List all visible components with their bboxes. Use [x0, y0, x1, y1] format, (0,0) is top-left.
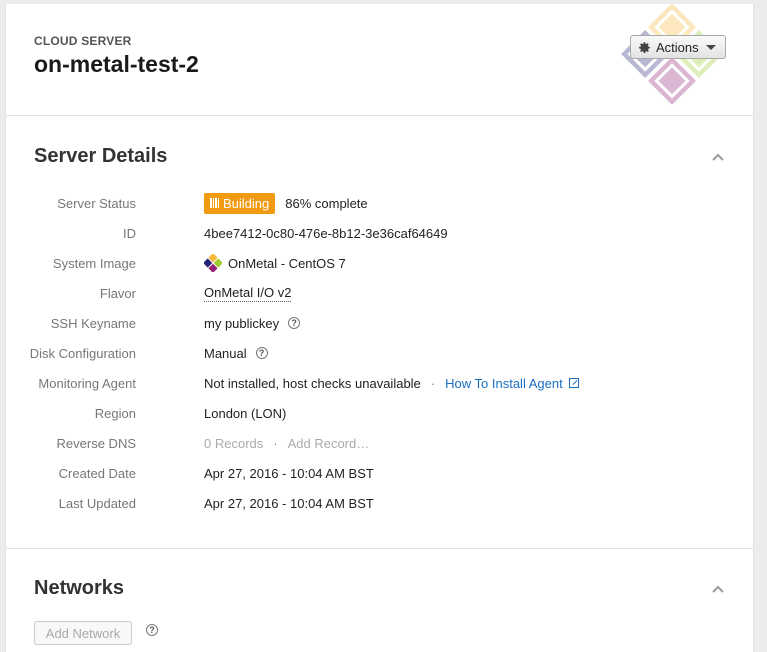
server-id-value: 4bee7412-0c80-476e-8b12-3e36caf64649: [204, 225, 448, 241]
created-date-value: Apr 27, 2016 - 10:04 AM BST: [204, 465, 374, 481]
gear-icon: [639, 41, 650, 53]
row-flavor: Flavor OnMetal I/O v2: [6, 283, 706, 303]
row-label: Flavor: [99, 285, 136, 301]
flavor-link[interactable]: OnMetal I/O v2: [204, 285, 292, 302]
section-divider: [6, 548, 753, 549]
status-badge-label: Building: [223, 195, 270, 211]
row-label: Last Updated: [58, 495, 136, 511]
chevron-up-icon[interactable]: [711, 584, 725, 594]
actions-button[interactable]: Actions: [630, 35, 726, 59]
install-agent-link[interactable]: How To Install Agent: [445, 376, 563, 391]
row-disk-configuration: Disk Configuration Manual ?: [6, 343, 706, 363]
last-updated-value: Apr 27, 2016 - 10:04 AM BST: [204, 495, 374, 511]
monitoring-value: Not installed, host checks unavailable: [204, 375, 421, 391]
server-details-title: Server Details: [34, 145, 168, 167]
chevron-up-icon[interactable]: [711, 152, 725, 162]
page-header: CLOUD SERVER on-metal-test-2 Actions: [6, 4, 753, 116]
row-ssh-keyname: SSH Keyname my publickey ?: [6, 313, 706, 333]
row-region: Region London (LON): [6, 403, 706, 423]
row-label: Created Date: [58, 465, 136, 481]
actions-label: Actions: [656, 39, 699, 55]
row-monitoring-agent: Monitoring Agent Not installed, host che…: [6, 373, 706, 393]
row-last-updated: Last Updated Apr 27, 2016 - 10:04 AM BST: [6, 493, 706, 513]
separator-dot: ·: [273, 435, 278, 451]
dns-records-count: 0 Records: [204, 435, 264, 451]
row-server-status: Server Status Building 86% complete: [6, 192, 706, 214]
row-label: Reverse DNS: [56, 435, 136, 451]
region-value: London (LON): [204, 405, 287, 421]
row-label: Server Status: [57, 195, 136, 211]
row-label: ID: [123, 225, 136, 241]
help-icon[interactable]: ?: [288, 317, 301, 329]
separator-dot: ·: [430, 375, 436, 391]
server-page: CLOUD SERVER on-metal-test-2 Actions Ser…: [5, 4, 754, 652]
chevron-down-icon: [705, 44, 716, 50]
row-system-image: System Image OnMetal - CentOS 7: [6, 253, 706, 273]
row-label: System Image: [52, 255, 136, 271]
help-icon[interactable]: ?: [146, 624, 158, 636]
add-record-link[interactable]: Add Record…: [288, 436, 370, 451]
add-network-button[interactable]: Add Network: [34, 621, 132, 645]
centos-logo-icon: [204, 254, 222, 272]
disk-config-value: Manual: [204, 345, 247, 361]
page-eyebrow: CLOUD SERVER: [34, 34, 132, 48]
page-title: on-metal-test-2: [34, 51, 199, 77]
networks-title: Networks: [34, 577, 125, 599]
row-created-date: Created Date Apr 27, 2016 - 10:04 AM BST: [6, 463, 706, 483]
row-label: Region: [94, 405, 136, 421]
external-link-icon[interactable]: [568, 378, 579, 388]
progress-bars-icon: [210, 198, 219, 208]
row-label: Disk Configuration: [29, 345, 136, 361]
system-image-value: OnMetal - CentOS 7: [228, 255, 346, 271]
status-badge: Building: [204, 192, 276, 214]
row-label: SSH Keyname: [50, 315, 136, 331]
build-progress-text: 86% complete: [285, 195, 368, 211]
row-reverse-dns: Reverse DNS 0 Records · Add Record…: [6, 433, 706, 453]
row-id: ID 4bee7412-0c80-476e-8b12-3e36caf64649: [6, 223, 706, 243]
row-label: Monitoring Agent: [38, 375, 136, 391]
help-icon[interactable]: ?: [255, 347, 268, 359]
ssh-keyname-value: my publickey: [204, 315, 280, 331]
